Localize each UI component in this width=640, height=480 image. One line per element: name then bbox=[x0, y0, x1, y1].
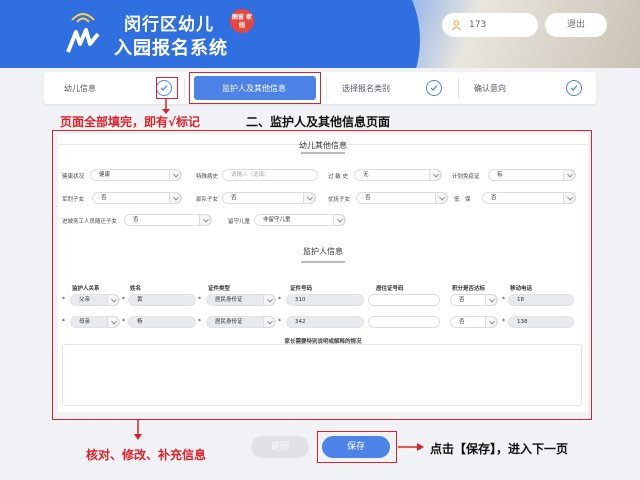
user-icon bbox=[452, 20, 461, 30]
required-mark: * bbox=[62, 318, 65, 325]
user-id: 173 bbox=[469, 20, 487, 30]
label-health: 健康状况 bbox=[62, 174, 85, 180]
select-allergy[interactable]: 无 bbox=[354, 169, 442, 181]
col-id-type: 证件类型 bbox=[208, 286, 231, 292]
annotation-save-note: 点击【保存】，进入下一页 bbox=[430, 442, 569, 456]
col-phone: 移动电话 bbox=[510, 286, 533, 292]
label-low-income: 低 保 bbox=[454, 197, 471, 203]
col-name: 姓名 bbox=[130, 286, 142, 292]
required-mark: * bbox=[62, 296, 65, 303]
annotation-page-note: 二、监护人及其他信息页面 bbox=[246, 115, 391, 129]
check-circle-icon bbox=[566, 80, 582, 96]
required-mark: * bbox=[278, 318, 281, 325]
app-title-line2: 入园报名系统 bbox=[114, 38, 228, 59]
input-name[interactable]: 杨 bbox=[128, 316, 196, 328]
select-relation[interactable]: 母亲 bbox=[70, 316, 120, 328]
step-enroll-type[interactable]: 选择报名类别 bbox=[328, 76, 448, 100]
highlight-check-box bbox=[156, 77, 178, 99]
input-name[interactable]: 黄 bbox=[128, 294, 196, 306]
arrow-right-icon bbox=[398, 443, 424, 451]
input-phone[interactable]: 138 bbox=[508, 316, 574, 328]
info-form: 幼儿其他信息 健康状况 健康 特殊病史 请输入（选填） 过 敏 史 无 计划免疫… bbox=[58, 134, 588, 412]
required-mark: * bbox=[502, 318, 505, 325]
input-residence[interactable] bbox=[368, 294, 440, 306]
label-martyr-child: 军烈子女 bbox=[62, 197, 85, 203]
required-mark: * bbox=[278, 296, 281, 303]
select-left-behind[interactable]: 非留守儿童 bbox=[254, 214, 346, 226]
select-points[interactable]: 否 bbox=[450, 316, 498, 328]
input-phone[interactable]: 18 bbox=[508, 294, 574, 306]
section-underline bbox=[301, 261, 345, 263]
select-migrant-child[interactable]: 否 bbox=[124, 214, 212, 226]
col-relation: 监护人关系 bbox=[72, 286, 100, 292]
col-id-number: 证件号码 bbox=[290, 286, 313, 292]
select-vaccine[interactable]: 有 bbox=[488, 169, 576, 181]
input-residence[interactable] bbox=[368, 316, 440, 328]
arrow-down-icon bbox=[134, 420, 142, 440]
required-mark: * bbox=[122, 318, 125, 325]
header: 闵行区幼儿 入园报名系统 图留 家园 173 退出 bbox=[0, 0, 640, 68]
required-mark: * bbox=[122, 296, 125, 303]
step-divider bbox=[184, 78, 185, 98]
col-points: 积分是否达标 bbox=[452, 286, 486, 292]
select-id-type[interactable]: 居民身份证 bbox=[206, 316, 276, 328]
select-low-income[interactable]: 否 bbox=[482, 192, 576, 204]
step-label: 选择报名类别 bbox=[342, 83, 390, 93]
remarks-textarea[interactable] bbox=[62, 344, 582, 406]
select-special-care-child[interactable]: 否 bbox=[356, 192, 448, 204]
input-id-number[interactable]: 310 bbox=[286, 294, 364, 306]
section-title-other: 幼儿其他信息 bbox=[299, 141, 347, 150]
select-id-type[interactable]: 居民身份证 bbox=[206, 294, 276, 306]
label-migrant-child: 进城务工人员随迁子女 bbox=[62, 219, 118, 225]
annotation-check-note: 核对、修改、补充信息 bbox=[86, 448, 207, 462]
input-medical-history[interactable]: 请输入（选填） bbox=[222, 169, 318, 181]
step-label: 确认意向 bbox=[474, 83, 506, 93]
back-button[interactable]: 返回 bbox=[251, 436, 309, 458]
select-relation[interactable]: 父亲 bbox=[70, 294, 120, 306]
step-divider bbox=[326, 78, 327, 98]
select-points[interactable]: 否 bbox=[450, 294, 498, 306]
header-curve bbox=[300, 0, 420, 68]
label-left-behind: 留守儿童 bbox=[228, 219, 251, 225]
select-health[interactable]: 健康 bbox=[90, 169, 182, 181]
label-medical-history: 特殊病史 bbox=[196, 174, 219, 180]
required-mark: * bbox=[502, 296, 505, 303]
select-military-child[interactable]: 否 bbox=[222, 192, 316, 204]
logo-icon bbox=[66, 13, 100, 53]
check-circle-icon bbox=[426, 80, 442, 96]
step-divider bbox=[458, 78, 459, 98]
col-residence: 居住证号码 bbox=[376, 286, 404, 292]
app-title-line1: 闵行区幼儿 bbox=[124, 15, 214, 35]
input-id-number[interactable]: 342 bbox=[286, 316, 364, 328]
annotation-fill-note: 页面全部填完，即有√标记 bbox=[60, 115, 201, 129]
step-confirm[interactable]: 确认意向 bbox=[460, 76, 588, 100]
highlight-save-box bbox=[317, 431, 397, 463]
step-label: 幼儿信息 bbox=[64, 83, 96, 93]
section-title-guardian: 监护人信息 bbox=[303, 247, 343, 256]
select-martyr-child[interactable]: 否 bbox=[92, 192, 182, 204]
label-special-care-child: 优抚子女 bbox=[328, 197, 351, 203]
user-pill[interactable]: 173 bbox=[442, 13, 538, 37]
highlight-step-box bbox=[189, 72, 321, 104]
logout-button[interactable]: 退出 bbox=[545, 13, 607, 37]
section-underline bbox=[301, 152, 345, 154]
required-mark: * bbox=[198, 296, 201, 303]
label-vaccine: 计划免疫证 bbox=[452, 174, 480, 180]
label-allergy: 过 敏 史 bbox=[328, 174, 348, 180]
required-mark: * bbox=[198, 318, 201, 325]
logo-badge: 图留 家园 bbox=[230, 9, 254, 33]
label-military-child: 部队子女 bbox=[196, 197, 219, 203]
